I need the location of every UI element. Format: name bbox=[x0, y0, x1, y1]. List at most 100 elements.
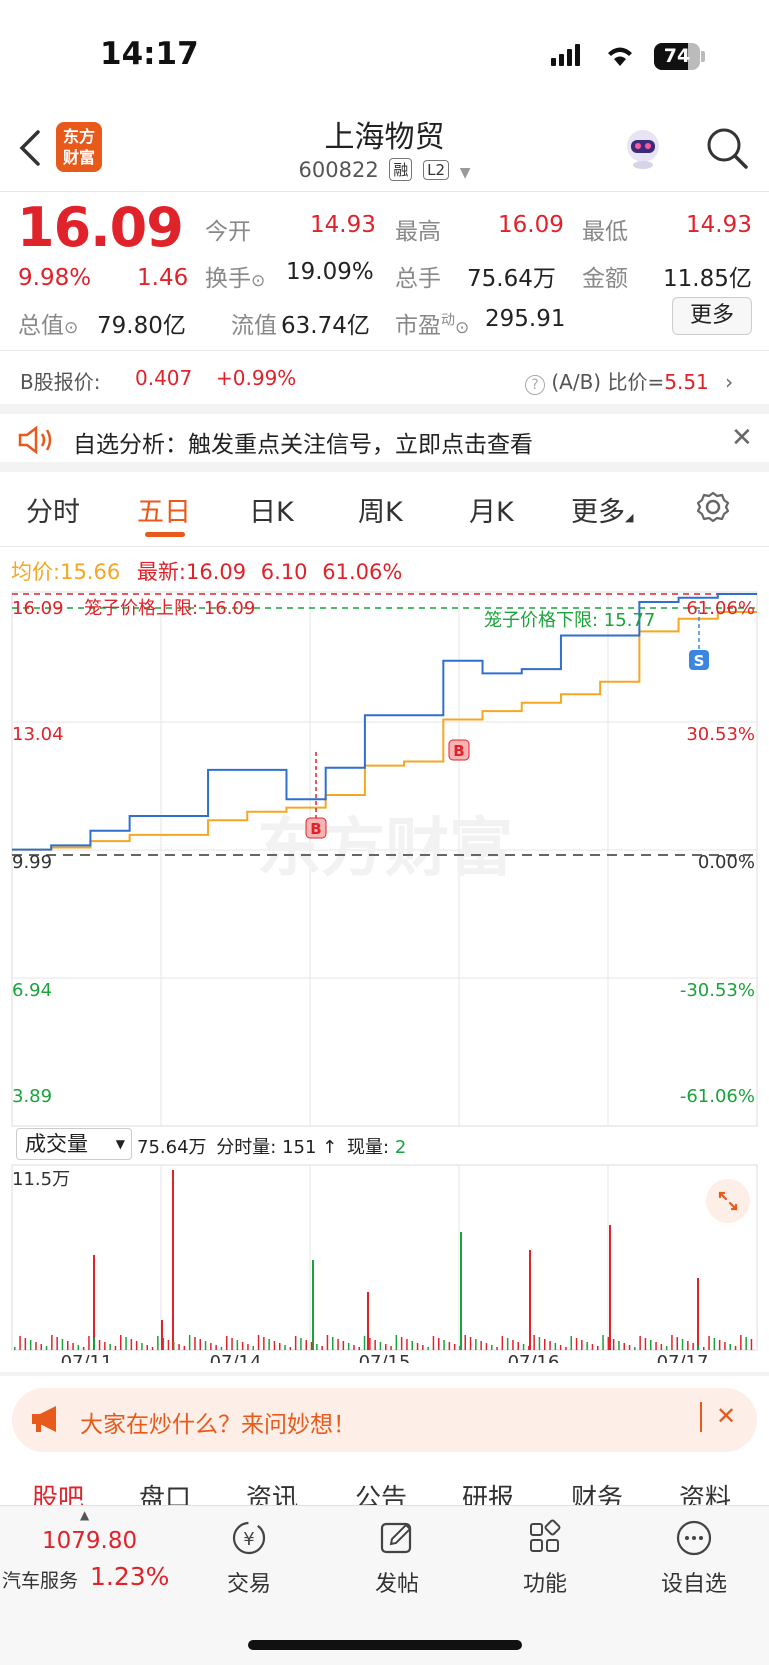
volume-bar bbox=[125, 1337, 127, 1350]
close-icon[interactable]: ✕ bbox=[716, 1402, 736, 1430]
volume-bar bbox=[379, 1342, 382, 1350]
y-tick-right: 30.53% bbox=[686, 724, 755, 745]
nav-functions[interactable]: 功能 bbox=[495, 1518, 595, 1598]
volume-bar bbox=[448, 1342, 451, 1350]
cage-upper-label: 笼子价格上限: 16.09 bbox=[84, 598, 255, 619]
volume-bar bbox=[665, 1346, 668, 1350]
nav-add-watchlist[interactable]: 设自选 bbox=[644, 1518, 744, 1598]
volume-bar bbox=[496, 1347, 498, 1350]
svg-text:B: B bbox=[453, 742, 464, 760]
sector-change[interactable]: 1.23% bbox=[90, 1562, 169, 1591]
volume-bar bbox=[522, 1344, 525, 1350]
close-icon[interactable]: ✕ bbox=[731, 423, 753, 453]
volume-bar bbox=[178, 1344, 180, 1350]
notice-text[interactable]: 自选分析：触发重点关注信号，立即点击查看 bbox=[73, 425, 533, 459]
volume-bar bbox=[538, 1337, 541, 1350]
amount-label: 金额 bbox=[582, 266, 628, 292]
x-date-label: 07/16 bbox=[508, 1352, 560, 1363]
volume-bar bbox=[607, 1337, 610, 1350]
tab-more[interactable]: 更多◢ bbox=[571, 490, 633, 529]
ab-ratio-row[interactable]: ? (A/B) 比价=5.51 › bbox=[525, 366, 733, 395]
x-date-label: 07/14 bbox=[210, 1352, 262, 1363]
volume-bar bbox=[29, 1340, 32, 1350]
volume-bar bbox=[284, 1345, 286, 1350]
volume-bar bbox=[56, 1337, 58, 1350]
settings-gear-icon[interactable] bbox=[696, 490, 730, 524]
volume-bar bbox=[745, 1337, 747, 1350]
volume-bar bbox=[529, 1250, 531, 1350]
volume-bar bbox=[353, 1345, 355, 1350]
volume-bar bbox=[347, 1343, 350, 1350]
volume-bar bbox=[19, 1336, 21, 1350]
nav-post[interactable]: 发帖 bbox=[347, 1518, 447, 1598]
price-chart[interactable]: 东方财富 16.09 13.04 9.99 6.94 3.89 61.06% 30.53%… bbox=[0, 590, 769, 1130]
volume-bar bbox=[395, 1335, 398, 1350]
tab-weekly-k[interactable]: 周K bbox=[358, 490, 403, 529]
volume-bar bbox=[194, 1337, 196, 1350]
latest-price: 16.09 bbox=[185, 560, 247, 584]
volume-bar bbox=[554, 1343, 557, 1350]
battery-tip bbox=[701, 51, 705, 62]
nav-trade[interactable]: ¥ 交易 bbox=[199, 1518, 299, 1598]
volume-bar bbox=[671, 1335, 673, 1350]
search-icon[interactable] bbox=[705, 126, 749, 170]
volume-bar bbox=[729, 1344, 731, 1350]
b-share-label: B股报价: bbox=[20, 370, 101, 394]
sector-name[interactable]: 汽车服务 bbox=[2, 1566, 78, 1593]
indicator-select[interactable]: 成交量 ▼ bbox=[16, 1128, 132, 1160]
volume-bar bbox=[480, 1341, 482, 1350]
volume-bar bbox=[183, 1346, 186, 1350]
assistant-robot-icon[interactable] bbox=[620, 126, 666, 170]
volume-bar bbox=[45, 1346, 48, 1350]
volume-bar bbox=[294, 1336, 297, 1350]
battery-icon: 74 bbox=[654, 43, 700, 70]
high-label: 最高 bbox=[395, 219, 441, 245]
volume-bar bbox=[575, 1338, 578, 1350]
volume-bar bbox=[188, 1335, 191, 1350]
sector-index-value[interactable]: 1079.80 bbox=[42, 1528, 137, 1554]
volume-bar bbox=[676, 1337, 678, 1350]
volume-bar bbox=[400, 1337, 403, 1350]
x-date-label: 07/15 bbox=[359, 1352, 411, 1363]
volume-bar bbox=[406, 1339, 408, 1350]
volume-bar bbox=[231, 1338, 233, 1350]
volume-bar bbox=[459, 1346, 461, 1350]
b-share-price: 0.407 bbox=[135, 366, 193, 390]
avg-price: 15.66 bbox=[60, 560, 121, 584]
more-button[interactable]: 更多 bbox=[672, 297, 752, 335]
volume-bar bbox=[660, 1344, 663, 1350]
tab-monthly-k[interactable]: 月K bbox=[469, 490, 514, 529]
volume-bar bbox=[167, 1340, 170, 1350]
volume-bar bbox=[204, 1341, 207, 1350]
l2-badge: L2 bbox=[423, 160, 449, 180]
y-tick-left: 16.09 bbox=[12, 598, 64, 619]
volume-bar bbox=[644, 1338, 647, 1350]
volume-bar bbox=[173, 1342, 175, 1350]
tab-daily-k[interactable]: 日K bbox=[249, 490, 294, 529]
tab-intraday[interactable]: 分时 bbox=[26, 490, 80, 529]
volume-bar bbox=[120, 1335, 122, 1350]
y-tick-right: 0.00% bbox=[698, 852, 755, 873]
svg-text:B: B bbox=[310, 820, 321, 838]
cage-lower-label: 笼子价格下限: 15.77 bbox=[484, 610, 655, 631]
volume-info-row: 75.64万 分时量: 151 ↑ 现量: 2 bbox=[137, 1137, 407, 1158]
market-cap: 79.80亿 bbox=[97, 313, 186, 339]
volume-bar bbox=[634, 1347, 636, 1350]
status-time: 14:17 bbox=[100, 36, 199, 72]
volume-bar bbox=[61, 1339, 64, 1350]
volume-bar bbox=[257, 1335, 260, 1350]
volume-max-tick: 11.5万 bbox=[12, 1169, 70, 1190]
volume-bar bbox=[310, 1342, 313, 1350]
low-label: 最低 bbox=[582, 219, 628, 245]
volume-bar bbox=[570, 1336, 572, 1350]
y-tick-left: 3.89 bbox=[12, 1086, 52, 1107]
volume-chart[interactable]: 11.5万 07/11 07/14 07/15 07/16 07/17 bbox=[0, 1163, 769, 1363]
expand-icon[interactable] bbox=[706, 1179, 750, 1223]
volume-bar bbox=[226, 1336, 228, 1350]
ask-banner[interactable]: 大家在炒什么？来问妙想！ ✕ bbox=[12, 1388, 757, 1452]
volume-bar bbox=[750, 1339, 753, 1350]
dropdown-icon: ▼ bbox=[459, 165, 471, 181]
volume-bar bbox=[740, 1335, 742, 1350]
tab-five-day[interactable]: 五日 bbox=[137, 490, 191, 529]
volume-bar bbox=[82, 1347, 85, 1350]
